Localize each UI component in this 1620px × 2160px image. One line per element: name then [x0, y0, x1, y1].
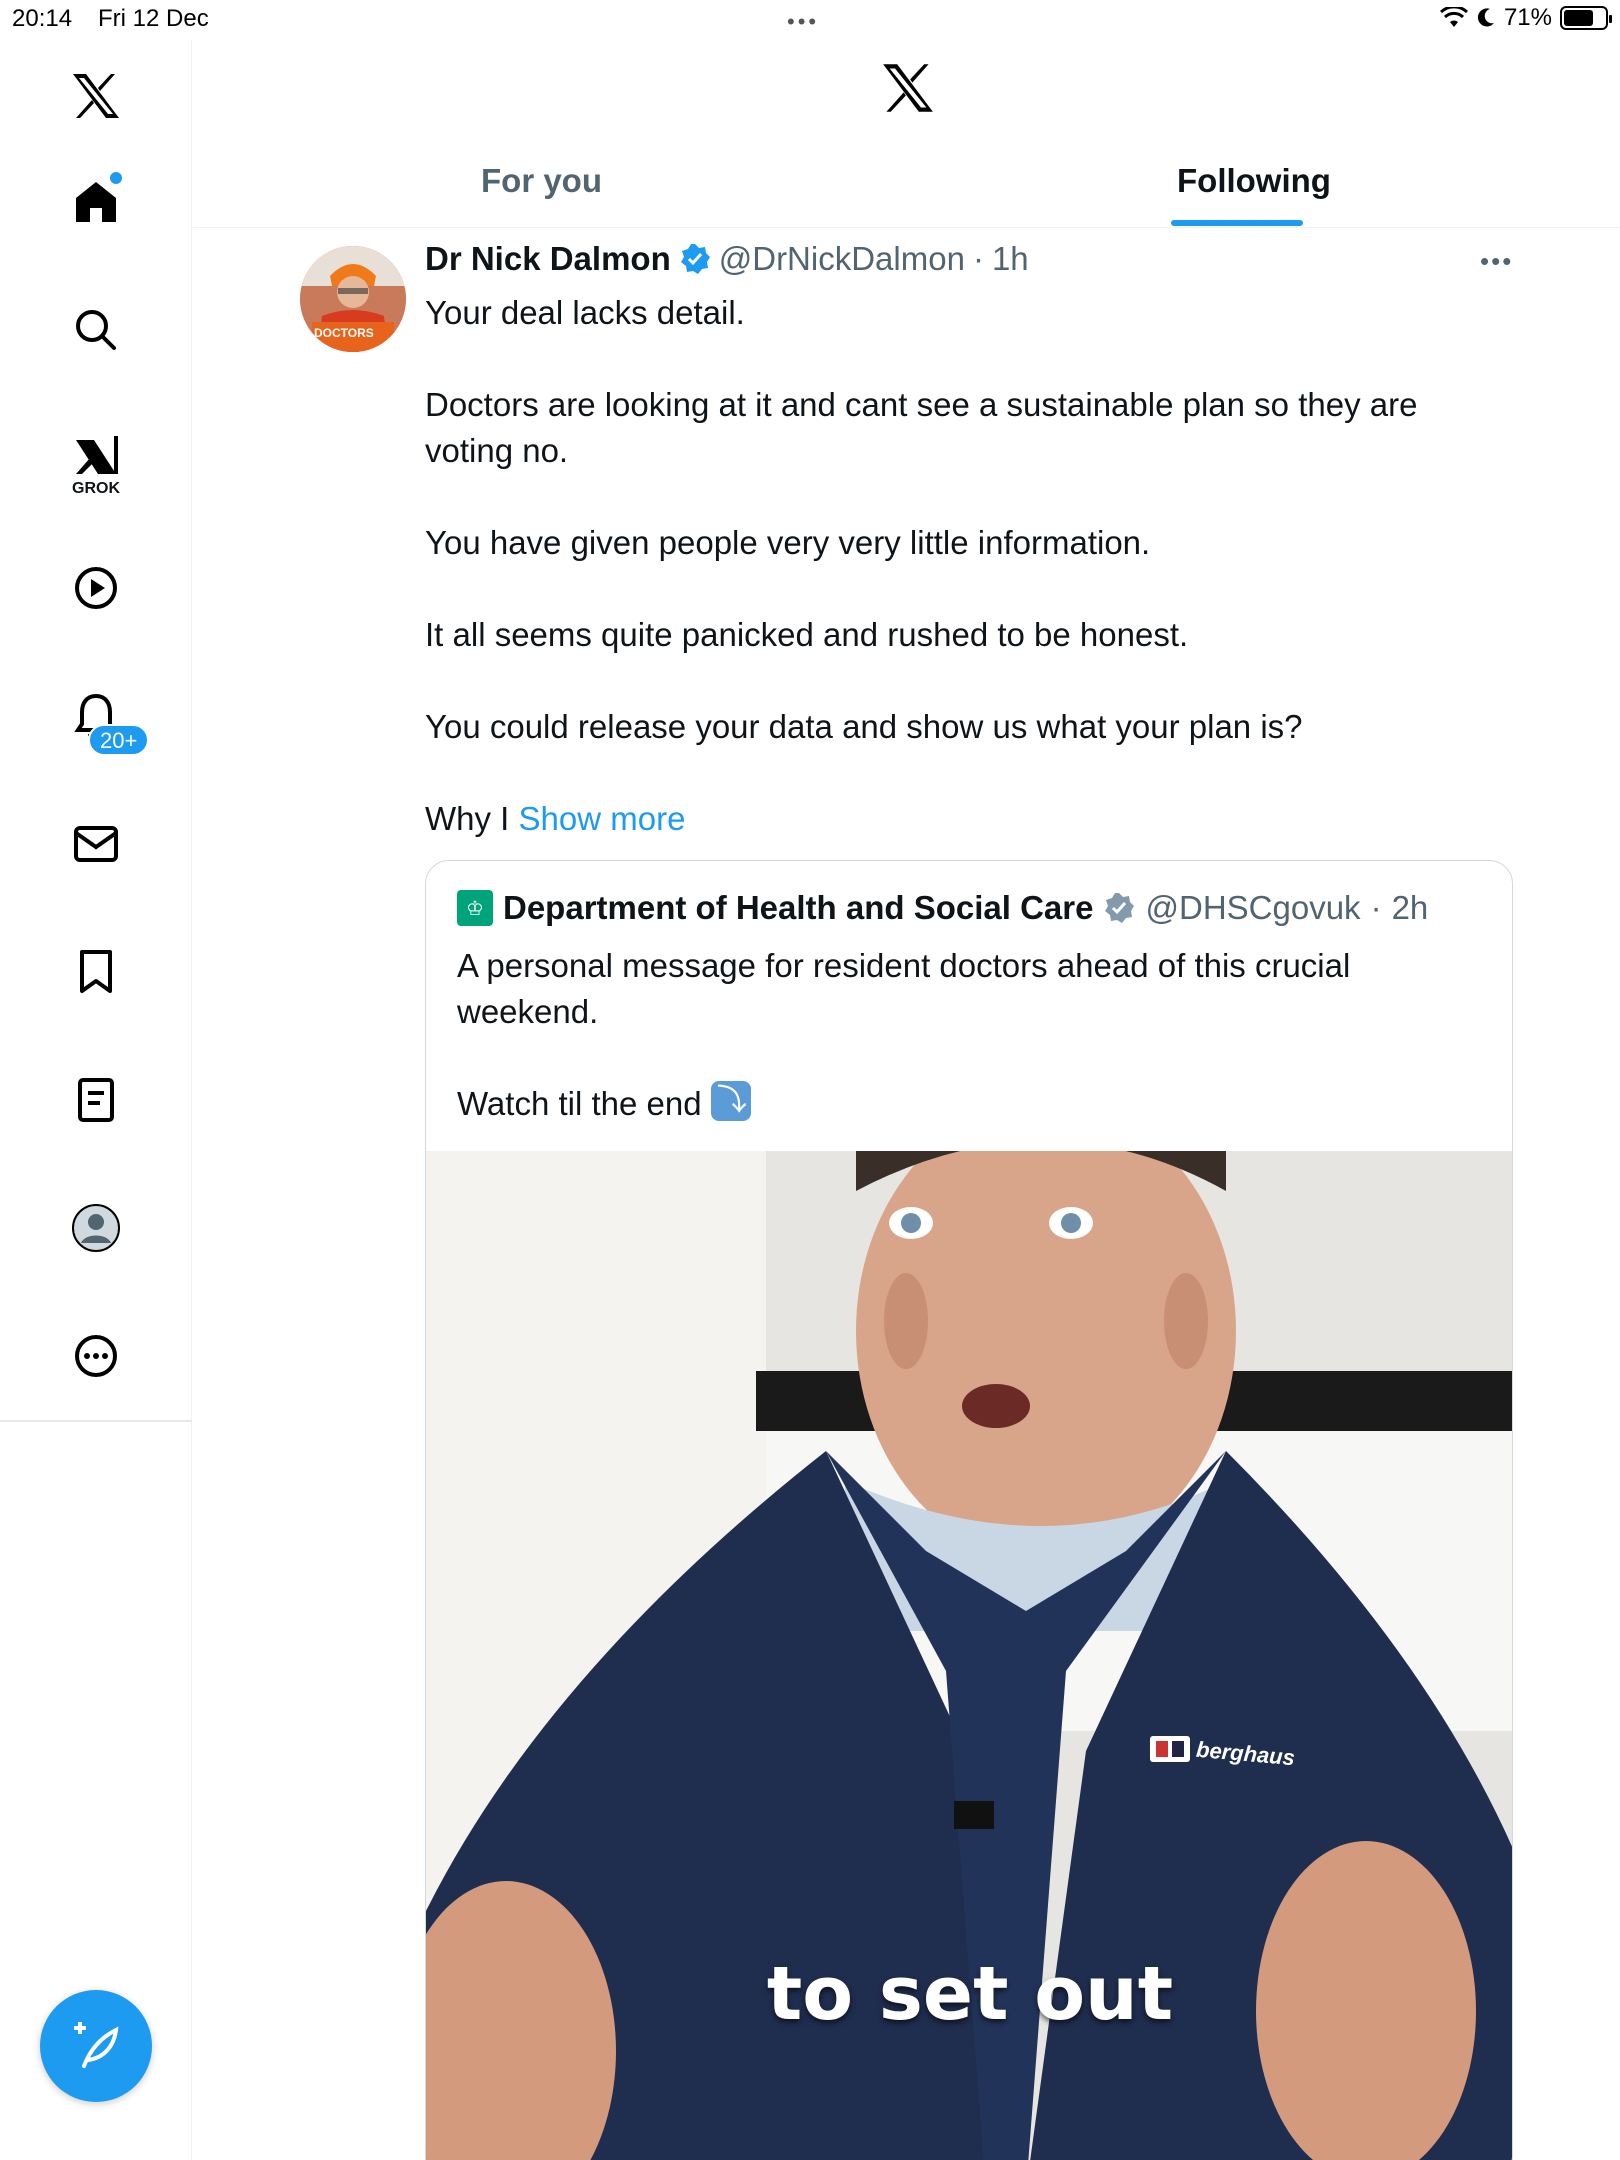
- quoted-tweet-header: ♔ Department of Health and Social Care @…: [457, 889, 1428, 927]
- tweet-paragraph: You could release your data and show us …: [425, 708, 1303, 745]
- quoted-tweet-text: A personal message for resident doctors …: [457, 943, 1457, 1127]
- notifications-badge: 20+: [88, 724, 150, 756]
- active-tab-indicator: [1171, 220, 1303, 226]
- tweet-paragraph: It all seems quite panicked and rushed t…: [425, 616, 1189, 653]
- sidebar-item-more[interactable]: [64, 1324, 128, 1388]
- show-more-link[interactable]: Show more: [519, 800, 686, 837]
- sidebar-item-home[interactable]: [64, 170, 128, 234]
- sidebar-item-video[interactable]: [64, 556, 128, 620]
- sidebar-item-grok[interactable]: [64, 424, 128, 488]
- sidebar-divider: [0, 1420, 192, 1422]
- status-right: 71%: [1439, 4, 1612, 32]
- video-caption: to set out: [766, 1951, 1174, 2037]
- video-play-icon: [75, 567, 117, 609]
- quoted-author-name[interactable]: Department of Health and Social Care: [503, 889, 1093, 927]
- tweet-truncated-text: Why I: [425, 800, 510, 837]
- profile-icon: [72, 1204, 120, 1252]
- grok-icon: [76, 436, 118, 474]
- sidebar-item-search[interactable]: [64, 298, 128, 362]
- search-icon: [76, 310, 116, 350]
- separator-dot: ·: [1370, 889, 1382, 926]
- x-logo-icon[interactable]: [64, 64, 128, 128]
- crown-logo-icon: ♔: [457, 890, 493, 926]
- tweet-paragraph: Your deal lacks detail.: [425, 294, 745, 331]
- sidebar-item-messages[interactable]: [64, 812, 128, 876]
- sidebar-item-bookmarks[interactable]: [64, 940, 128, 1004]
- quoted-paragraph: A personal message for resident doctors …: [457, 947, 1351, 1030]
- tweet-truncated-line: Why I Show more: [425, 796, 1485, 842]
- status-bar: 20:14 Fri 12 Dec ••• 71%: [0, 0, 1620, 40]
- multitasking-dots-icon[interactable]: •••: [787, 9, 819, 35]
- quoted-paragraph: Watch til the end: [457, 1085, 702, 1122]
- verified-badge-icon: [680, 244, 710, 274]
- tweet-text: Your deal lacks detail. Doctors are look…: [425, 290, 1485, 842]
- status-time: 20:14: [12, 5, 73, 32]
- separator-dot: ·: [972, 240, 984, 277]
- quoted-author-handle[interactable]: @DHSCgovuk: [1145, 889, 1360, 927]
- sidebar-item-profile[interactable]: [64, 1196, 128, 1260]
- battery-percent: 71%: [1503, 4, 1552, 31]
- unread-dot: [110, 172, 122, 184]
- status-date: Fri 12 Dec: [98, 5, 209, 32]
- quoted-tweet-time[interactable]: 2h: [1392, 889, 1429, 927]
- gov-verified-badge-icon: [1105, 893, 1135, 923]
- quoted-last-line: Watch til the end: [457, 1081, 1457, 1127]
- timeline-header: For you Following: [193, 40, 1620, 228]
- battery-fill: [1564, 10, 1593, 26]
- messages-mail-icon: [74, 826, 118, 862]
- moon-icon: [1477, 8, 1494, 27]
- tweet-paragraph: You have given people very very little i…: [425, 524, 1151, 561]
- tweet-header: Dr Nick Dalmon @DrNickDalmon · 1h: [425, 240, 1029, 278]
- x-logo-header-icon: [881, 62, 935, 119]
- tweet-paragraph: Doctors are looking at it and cant see a…: [425, 386, 1418, 469]
- video-player[interactable]: berghaus to set out: [426, 1151, 1512, 2160]
- tweet-time[interactable]: 1h: [992, 240, 1029, 278]
- tab-following[interactable]: Following: [1177, 162, 1331, 200]
- tweet-more-icon[interactable]: •••: [1480, 246, 1513, 277]
- avatar-sign-text: DOCTORS: [314, 326, 374, 340]
- compose-post-icon: [74, 2022, 119, 2068]
- author-handle[interactable]: @DrNickDalmon: [719, 240, 965, 278]
- lists-icon: [78, 1078, 114, 1122]
- sidebar-nav: GROK 20+: [0, 40, 192, 2160]
- battery-icon: [1560, 6, 1612, 30]
- wifi-icon: [1439, 7, 1468, 27]
- grok-label: GROK: [72, 480, 120, 497]
- down-right-arrow-emoji-icon: [710, 1081, 751, 1121]
- quoted-tweet[interactable]: ♔ Department of Health and Social Care @…: [425, 860, 1513, 2160]
- author-name[interactable]: Dr Nick Dalmon: [425, 240, 671, 278]
- more-circle-icon: [75, 1335, 117, 1377]
- bookmark-icon: [80, 950, 112, 993]
- tab-for-you[interactable]: For you: [481, 162, 602, 200]
- compose-post-button[interactable]: [40, 1990, 152, 2102]
- sidebar-item-lists[interactable]: [64, 1068, 128, 1132]
- avatar[interactable]: DOCTORS: [300, 246, 406, 352]
- home-icon: [76, 182, 116, 222]
